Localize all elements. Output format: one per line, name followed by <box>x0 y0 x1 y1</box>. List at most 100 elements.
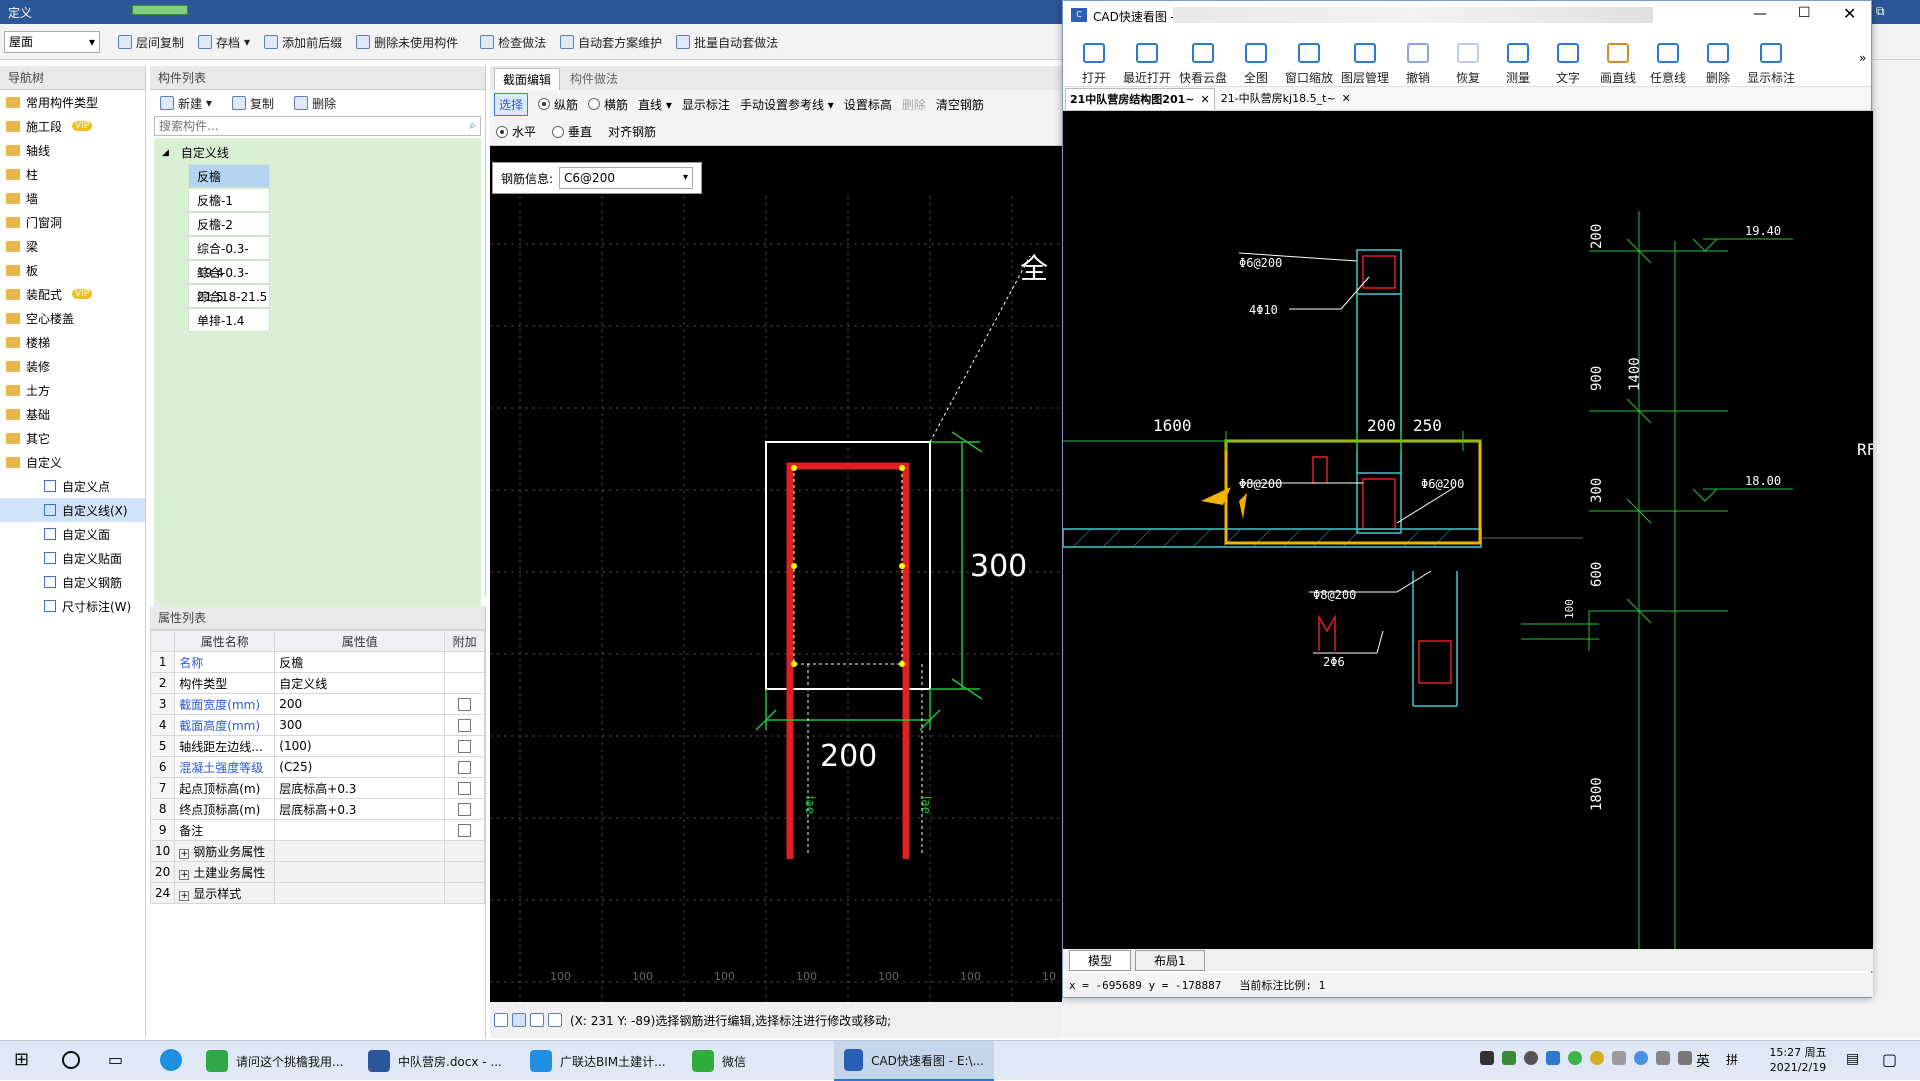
check-method-button[interactable]: 检查做法 <box>476 30 550 54</box>
cad-draw-line-button[interactable]: 画直线 <box>1593 30 1643 86</box>
expand-icon[interactable]: + <box>179 848 190 859</box>
show-dimension-button[interactable]: 显示标注 <box>682 96 730 113</box>
component-item[interactable]: 综合-0.3-21.5 <box>188 260 270 304</box>
extra-checkbox[interactable] <box>458 761 472 774</box>
new-component-button[interactable]: 新建 ▾ <box>156 91 216 115</box>
network-icon[interactable] <box>1656 1051 1670 1065</box>
property-value[interactable]: (C25) <box>274 756 446 778</box>
property-row[interactable]: 9 备注 <box>149 819 485 841</box>
manual-ref-button[interactable]: 手动设置参考线 ▾ <box>740 96 834 113</box>
align-rebar-button[interactable]: 对齐钢筋 <box>608 123 656 140</box>
cad-text-button[interactable]: 文字 <box>1543 30 1593 86</box>
cad-doc-tab-1[interactable]: 21中队营房结构图201~ ✕ <box>1065 88 1215 110</box>
cad-freehand-button[interactable]: 任意线 <box>1643 30 1693 86</box>
cad-measure-button[interactable]: 测量 <box>1493 30 1543 86</box>
extra-checkbox[interactable] <box>458 740 472 753</box>
component-item[interactable]: 综合-0.3-19.4 <box>188 236 270 280</box>
nav-sub-item[interactable]: 自定义钢筋 <box>0 570 145 594</box>
tray-icon[interactable] <box>1590 1051 1604 1065</box>
property-row[interactable]: 7 起点顶标高(m) 层底标高+0.3 <box>149 777 485 799</box>
nav-item[interactable]: 装配式 VIP <box>0 282 145 306</box>
nav-item[interactable]: 基础 <box>0 402 145 426</box>
cad-recent-button[interactable]: 最近打开 <box>1119 30 1175 86</box>
delete-component-button[interactable]: 删除 <box>290 91 340 115</box>
property-value[interactable]: 反檐 <box>274 651 446 673</box>
extra-checkbox[interactable] <box>458 803 472 816</box>
nav-item[interactable]: 门窗洞 <box>0 210 145 234</box>
nav-item[interactable]: 轴线 <box>0 138 145 162</box>
property-value[interactable]: (100) <box>274 735 446 757</box>
batch-auto-button[interactable]: 批量自动套做法 <box>672 30 782 54</box>
close-icon[interactable]: ✕ <box>1342 88 1351 110</box>
cad-full-view-button[interactable]: 全图 <box>1231 30 1281 86</box>
cad-undo-button[interactable]: 撤销 <box>1393 30 1443 86</box>
property-row[interactable]: 5 轴线距左边线... (100) <box>149 735 485 757</box>
clear-rebar-button[interactable]: 清空钢筋 <box>936 96 984 113</box>
nav-item[interactable]: 柱 <box>0 162 145 186</box>
cad-window-zoom-button[interactable]: 窗口缩放 <box>1281 30 1337 86</box>
nav-sub-item[interactable]: 自定义贴面 <box>0 546 145 570</box>
radio-longitudinal[interactable]: 纵筋 <box>538 96 578 113</box>
property-value[interactable] <box>274 861 446 883</box>
property-value[interactable]: 300 <box>274 714 446 736</box>
copy-component-button[interactable]: 复制 <box>228 91 278 115</box>
extra-checkbox[interactable] <box>458 698 472 711</box>
line-mode-select[interactable]: 直线 ▾ <box>638 96 672 113</box>
rebar-info-select[interactable]: C6@200 ▾ <box>559 167 694 189</box>
minimize-icon[interactable]: — <box>1753 6 1767 22</box>
component-group[interactable]: ◢ 自定义线 <box>154 142 481 164</box>
cad-doc-tab-2[interactable]: 21-中队营房kj18.5_t~ ✕ <box>1217 88 1355 110</box>
property-row[interactable]: 10 + 钢筋业务属性 <box>149 840 485 862</box>
nav-item[interactable]: 装修 <box>0 354 145 378</box>
delete-rebar-button[interactable]: 删除 <box>902 96 926 113</box>
expand-icon[interactable]: + <box>179 890 190 901</box>
tab-layout1[interactable]: 布局1 <box>1135 949 1205 971</box>
section-canvas[interactable]: 300 200 lae lae 全 100 100 100 100 100 10… <box>490 196 1062 1046</box>
taskbar-glodon-app[interactable]: 广联达BIM土建计... <box>520 1041 680 1081</box>
property-value[interactable]: 自定义线 <box>274 672 446 694</box>
taskbar-cad-app[interactable]: CAD快速看图 - E:\... <box>834 1041 994 1081</box>
component-item[interactable]: 单排-1.4 <box>188 308 270 332</box>
component-item[interactable]: 反檐-1 <box>188 188 270 212</box>
archive-button[interactable]: 存档 ▾ <box>194 30 254 54</box>
nav-item[interactable]: 板 <box>0 258 145 282</box>
tray-icon[interactable] <box>1480 1051 1494 1065</box>
property-row[interactable]: 24 + 显示样式 <box>149 882 485 904</box>
nav-item[interactable]: 常用构件类型 <box>0 90 145 114</box>
floor-select[interactable]: 屋面 ▾ <box>4 31 100 53</box>
taskbar-word-app[interactable]: 中队营房.docx - ... <box>358 1041 518 1081</box>
tray-icon[interactable] <box>1634 1051 1648 1065</box>
more-icon[interactable]: » <box>1859 51 1866 65</box>
grid-icon[interactable] <box>548 1013 562 1027</box>
tray-icon[interactable] <box>1546 1051 1560 1065</box>
property-row[interactable]: 6 混凝土强度等级 (C25) <box>149 756 485 778</box>
extra-checkbox[interactable] <box>458 824 472 837</box>
nav-item[interactable]: 楼梯 <box>0 330 145 354</box>
volume-icon[interactable] <box>1678 1051 1692 1065</box>
perpendicular-icon[interactable] <box>530 1013 544 1027</box>
close-icon[interactable]: ✕ <box>1843 4 1856 23</box>
component-item[interactable]: 综合18-21.5 <box>188 284 270 308</box>
nav-sub-item[interactable]: 自定义点 <box>0 474 145 498</box>
delete-unused-button[interactable]: 删除未使用构件 <box>352 30 462 54</box>
search-icon[interactable] <box>62 1051 80 1069</box>
property-row[interactable]: 1 名称 反檐 <box>149 651 485 673</box>
set-elevation-button[interactable]: 设置标高 <box>844 96 892 113</box>
restore-icon[interactable]: ⧉ <box>1876 4 1885 19</box>
dim-label-300[interactable]: 300 <box>970 549 1027 584</box>
property-value[interactable]: 200 <box>274 693 446 715</box>
nav-sub-item[interactable]: 自定义线(X) <box>0 498 145 522</box>
nav-item[interactable]: 墙 <box>0 186 145 210</box>
nav-item[interactable]: 自定义 <box>0 450 145 474</box>
component-search-input[interactable] <box>155 117 455 135</box>
edge-icon[interactable] <box>160 1049 182 1071</box>
extra-checkbox[interactable] <box>458 719 472 732</box>
property-value[interactable]: 层底标高+0.3 <box>274 798 446 820</box>
clock[interactable]: 15:27 周五 2021/2/19 <box>1758 1045 1838 1075</box>
nav-item[interactable]: 空心楼盖 <box>0 306 145 330</box>
component-item[interactable]: 反檐 <box>188 164 270 188</box>
auto-scheme-button[interactable]: 自动套方案维护 <box>556 30 666 54</box>
extra-checkbox[interactable] <box>458 782 472 795</box>
collapse-icon[interactable]: ◢ <box>162 148 169 158</box>
tab-component-method[interactable]: 构件做法 <box>562 68 626 90</box>
